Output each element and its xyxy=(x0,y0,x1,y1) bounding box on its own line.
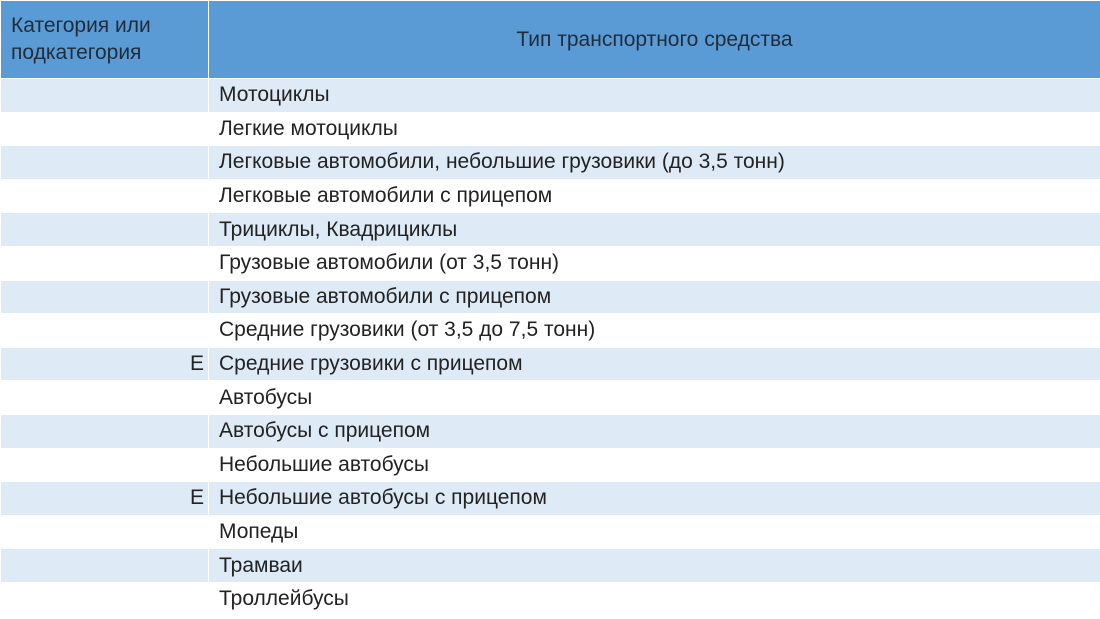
cell-type: Троллейбусы xyxy=(209,582,1100,616)
cell-type: Грузовые автомобили (от 3,5 тонн) xyxy=(209,246,1100,280)
header-category: Категория или подкатегория xyxy=(1,1,209,79)
table-row: EСредние грузовики с прицепом xyxy=(1,347,1100,381)
table-row: Небольшие автобусы xyxy=(1,448,1100,482)
table-header-row: Категория или подкатегория Тип транспорт… xyxy=(1,1,1100,79)
cell-type: Средние грузовики с прицепом xyxy=(209,347,1100,381)
table-row: Грузовые автомобили с прицепом xyxy=(1,280,1100,314)
cell-category xyxy=(1,582,209,616)
table-row: Грузовые автомобили (от 3,5 тонн) xyxy=(1,246,1100,280)
cell-category: E xyxy=(1,347,209,381)
vehicle-categories-table: Категория или подкатегория Тип транспорт… xyxy=(0,0,1100,617)
cell-type: Легковые автомобили, небольшие грузовики… xyxy=(209,146,1100,180)
table-row: Мотоциклы xyxy=(1,79,1100,113)
cell-type: Грузовые автомобили с прицепом xyxy=(209,280,1100,314)
cell-type: Автобусы xyxy=(209,381,1100,415)
cell-type: Средние грузовики (от 3,5 до 7,5 тонн) xyxy=(209,314,1100,348)
cell-category xyxy=(1,79,209,113)
header-type: Тип транспортного средства xyxy=(209,1,1100,79)
table-row: Автобусы xyxy=(1,381,1100,415)
cell-type: Легковые автомобили с прицепом xyxy=(209,179,1100,213)
table-row: Легкие мотоциклы xyxy=(1,112,1100,146)
cell-type: Мотоциклы xyxy=(209,79,1100,113)
cell-category xyxy=(1,112,209,146)
cell-type: Мопеды xyxy=(209,515,1100,549)
cell-category xyxy=(1,280,209,314)
table-row: Средние грузовики (от 3,5 до 7,5 тонн) xyxy=(1,314,1100,348)
table-row: Автобусы с прицепом xyxy=(1,414,1100,448)
table-row: Мопеды xyxy=(1,515,1100,549)
cell-type: Трамваи xyxy=(209,549,1100,583)
cell-type: Автобусы с прицепом xyxy=(209,414,1100,448)
table-row: Троллейбусы xyxy=(1,582,1100,616)
table-row: Легковые автомобили с прицепом xyxy=(1,179,1100,213)
cell-category xyxy=(1,381,209,415)
cell-category xyxy=(1,448,209,482)
cell-category: E xyxy=(1,482,209,516)
table-row: EНебольшие автобусы с прицепом xyxy=(1,482,1100,516)
table-body: МотоциклыЛегкие мотоциклыЛегковые автомо… xyxy=(1,79,1100,617)
cell-category xyxy=(1,146,209,180)
cell-type: Небольшие автобусы xyxy=(209,448,1100,482)
table-row: Трициклы, Квадрициклы xyxy=(1,213,1100,247)
cell-category xyxy=(1,549,209,583)
cell-category xyxy=(1,414,209,448)
cell-type: Трициклы, Квадрициклы xyxy=(209,213,1100,247)
cell-category xyxy=(1,515,209,549)
cell-type: Небольшие автобусы с прицепом xyxy=(209,482,1100,516)
cell-category xyxy=(1,246,209,280)
table-row: Легковые автомобили, небольшие грузовики… xyxy=(1,146,1100,180)
cell-category xyxy=(1,179,209,213)
cell-category xyxy=(1,213,209,247)
table-row: Трамваи xyxy=(1,549,1100,583)
cell-type: Легкие мотоциклы xyxy=(209,112,1100,146)
cell-category xyxy=(1,314,209,348)
